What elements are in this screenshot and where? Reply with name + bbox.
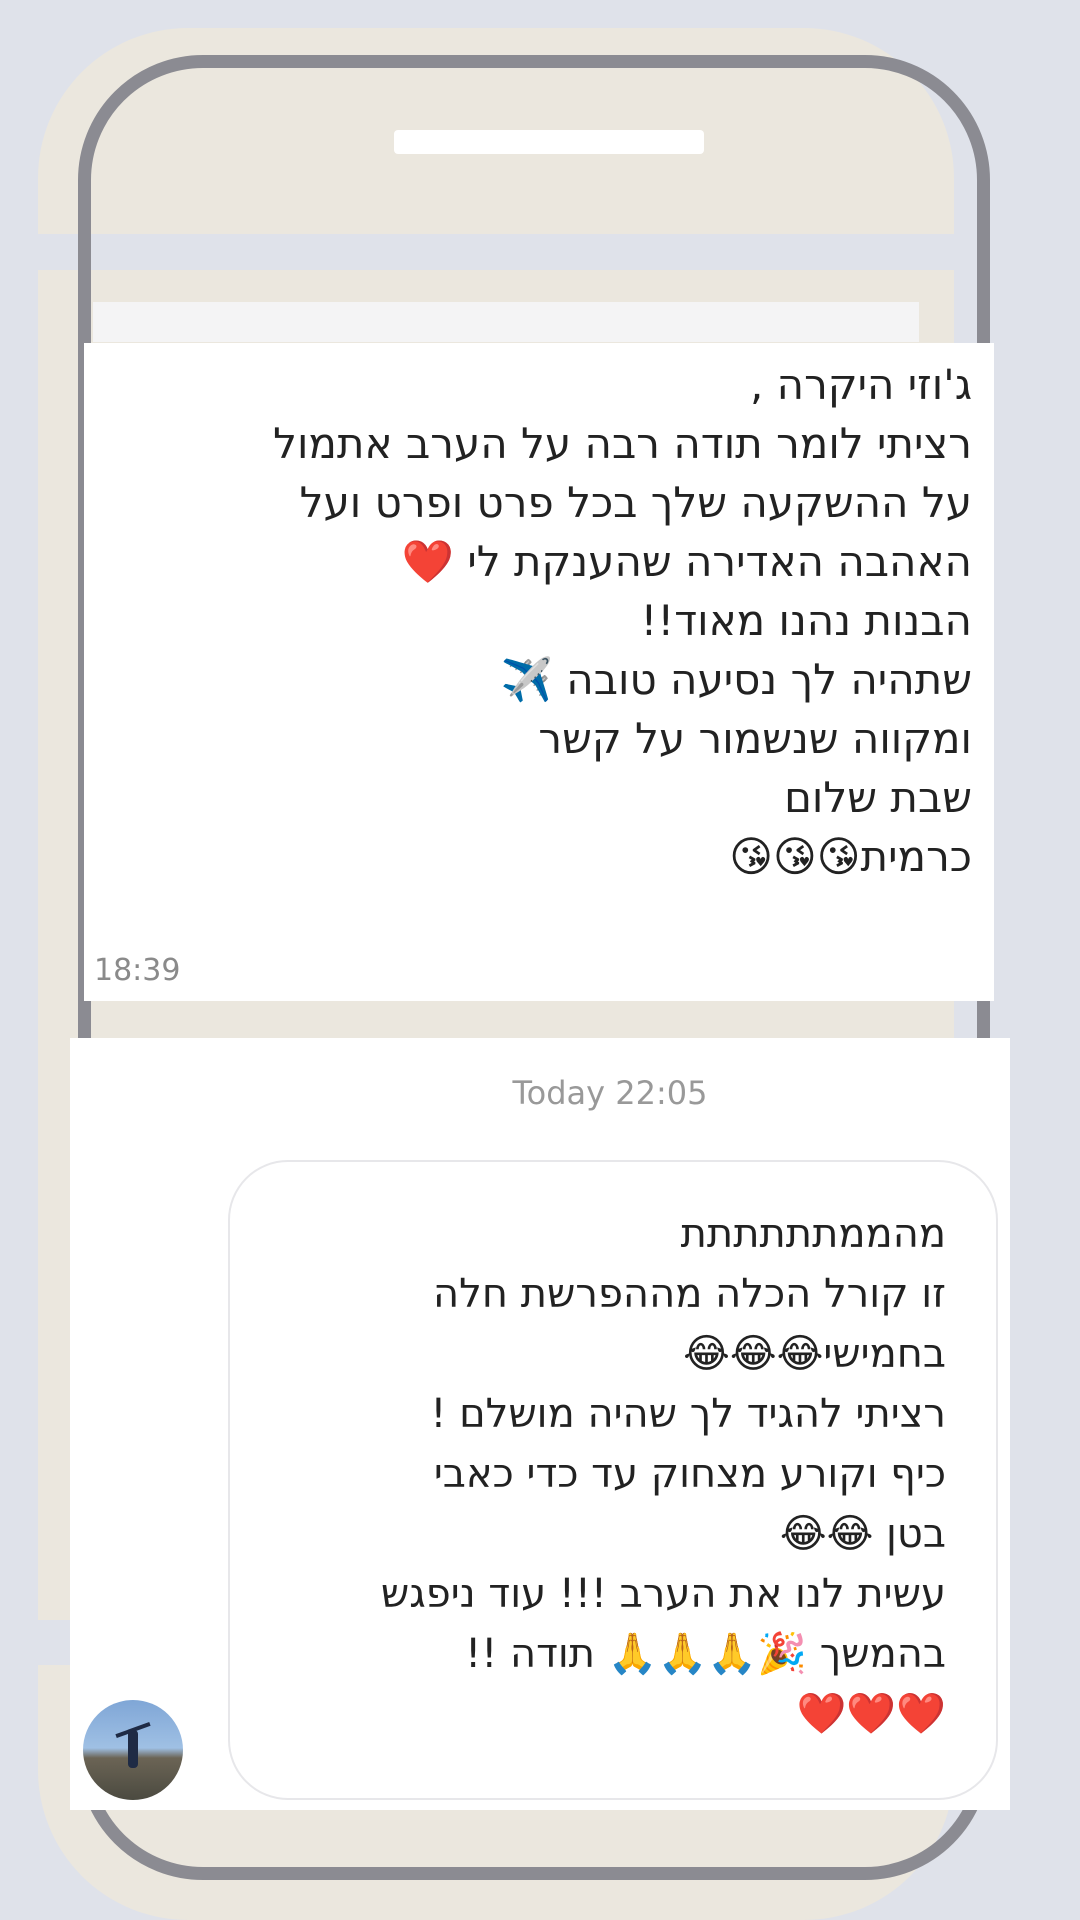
screen-top-strip (93, 302, 919, 342)
message-screenshot-1: ג'וזי היקרה , רציתי לומר תודה רבה על הער… (84, 343, 994, 1001)
message-1-timestamp: 18:39 (94, 953, 181, 988)
message-2-bubble[interactable]: מהממתתתתתת זו קורל הכלה מההפרשת חלה בחמי… (228, 1160, 998, 1800)
date-separator: Today 22:05 (512, 1074, 708, 1112)
message-1-text: ג'וזי היקרה , רציתי לומר תודה רבה על הער… (273, 360, 972, 881)
avatar-figure (128, 1730, 138, 1768)
message-2-text: מהממתתתתתת זו קורל הכלה מההפרשת חלה בחמי… (380, 1211, 946, 1737)
sender-avatar[interactable] (83, 1700, 183, 1800)
phone-speaker (394, 130, 704, 154)
message-screenshot-2: Today 22:05 מהממתתתתתת זו קורל הכלה מההפ… (70, 1038, 1010, 1810)
